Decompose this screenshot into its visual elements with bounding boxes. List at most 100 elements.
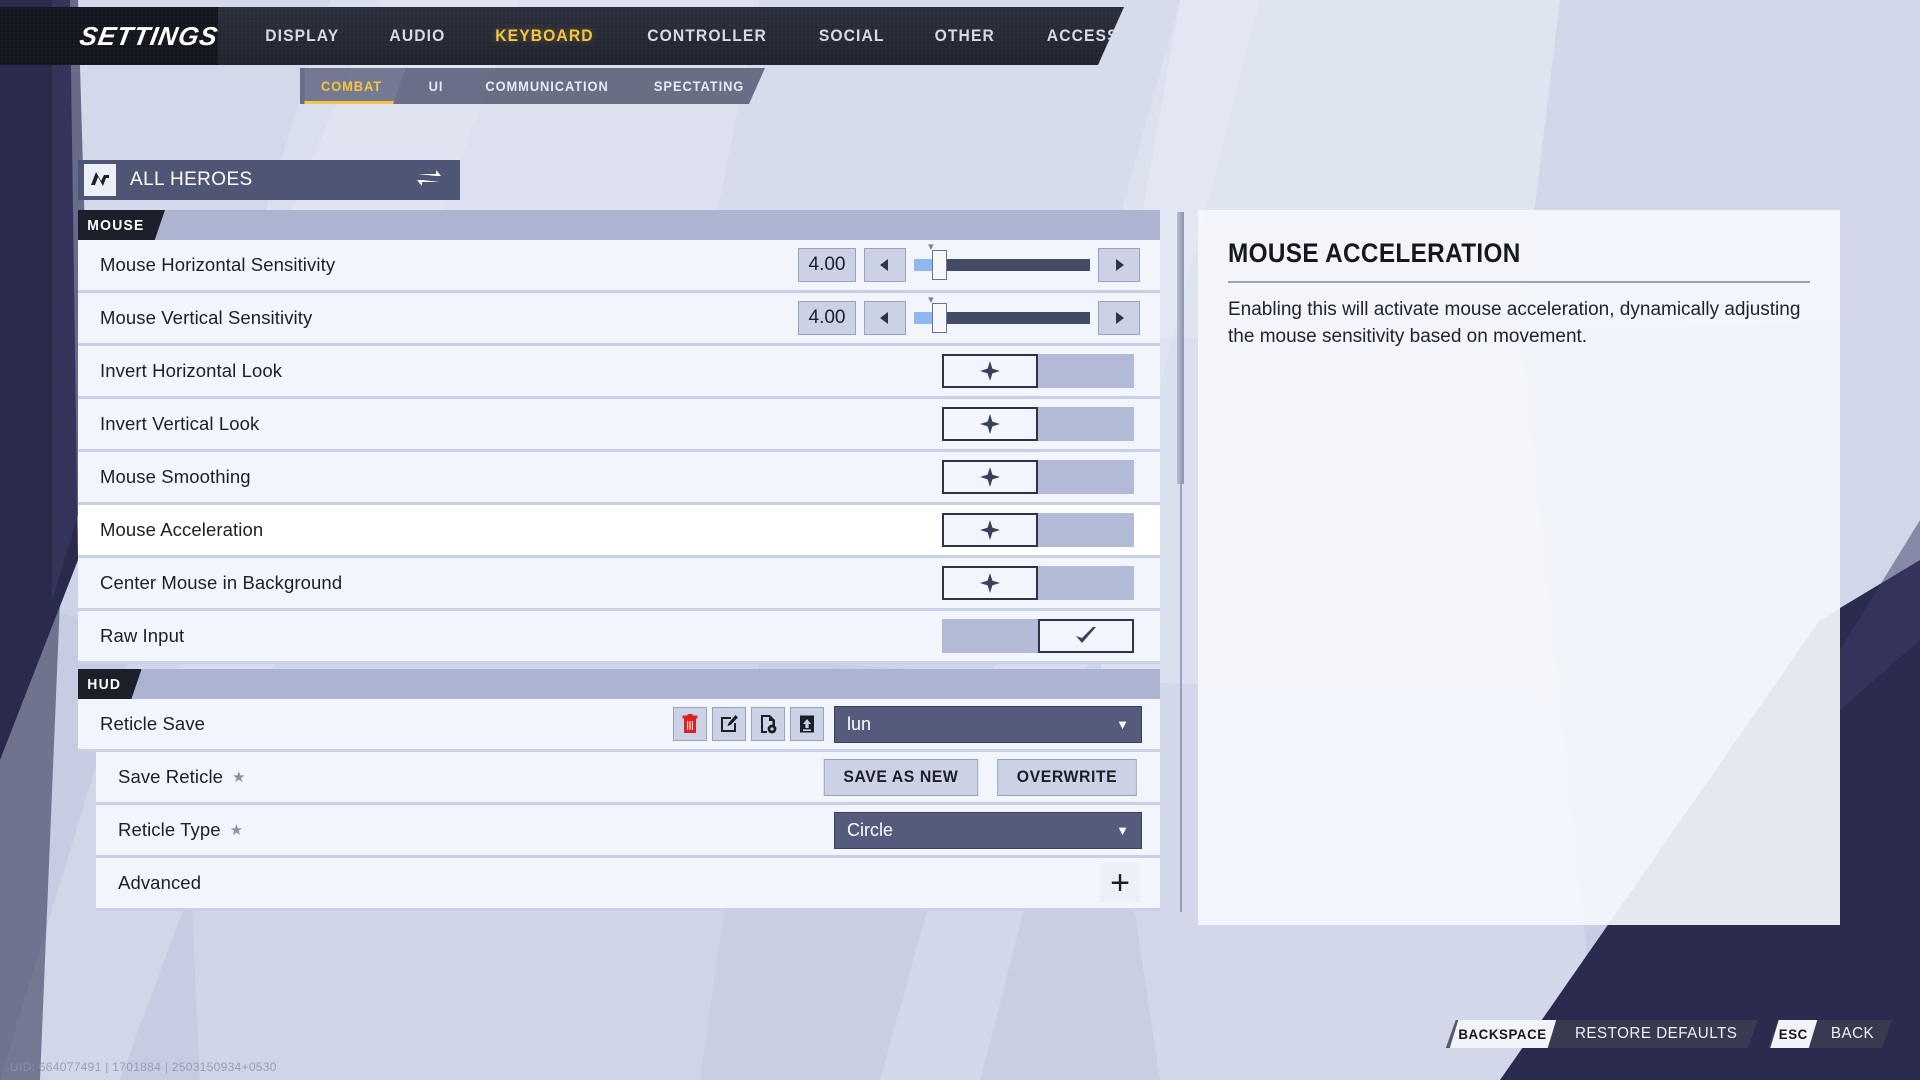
- scrollbar-thumb[interactable]: [1177, 212, 1184, 484]
- main-tab-list: DISPLAY AUDIO KEYBOARD CONTROLLER SOCIAL…: [240, 20, 1124, 52]
- reticle-type-dropdown[interactable]: Circle ▼: [834, 811, 1142, 849]
- row-label: Mouse Horizontal Sensitivity: [100, 254, 336, 275]
- toggle-off-side[interactable]: [942, 619, 1038, 653]
- toggle-off-side[interactable]: [942, 566, 1038, 600]
- favorite-star-icon: ★: [229, 822, 244, 839]
- slider-fill: [914, 312, 934, 324]
- row-mouse-horizontal-sensitivity[interactable]: Mouse Horizontal Sensitivity 4.00 ▾: [78, 240, 1160, 293]
- reticle-save-dropdown[interactable]: lun ▼: [834, 705, 1142, 743]
- slider-knob[interactable]: [931, 303, 947, 333]
- row-advanced[interactable]: Advanced +: [96, 858, 1160, 911]
- row-control: +: [1100, 863, 1160, 903]
- tab-controller[interactable]: CONTROLLER: [627, 20, 787, 52]
- row-control: [942, 407, 1160, 441]
- row-center-mouse-in-background[interactable]: Center Mouse in Background: [78, 558, 1160, 611]
- swap-arrows-icon[interactable]: [416, 168, 442, 193]
- chevron-down-icon: ▼: [1116, 822, 1129, 838]
- tab-audio[interactable]: AUDIO: [369, 20, 465, 52]
- tab-keyboard[interactable]: KEYBOARD: [475, 20, 614, 52]
- row-label: Mouse Acceleration: [100, 519, 264, 540]
- row-control: SAVE AS NEW OVERWRITE: [810, 758, 1160, 796]
- row-reticle-save[interactable]: Reticle Save lun ▼: [78, 699, 1160, 752]
- decrement-button-v[interactable]: [864, 301, 906, 335]
- toggle-center-mouse-in-background[interactable]: [942, 566, 1134, 600]
- sensitivity-slider-v[interactable]: ▾: [914, 294, 1090, 335]
- settings-scrollbar[interactable]: [1177, 212, 1184, 912]
- hint-key-backspace: BACKSPACE: [1449, 1020, 1556, 1048]
- cross-icon: [980, 414, 1000, 434]
- settings-header-bar: SETTINGS DISPLAY AUDIO KEYBOARD CONTROLL…: [0, 7, 1124, 65]
- reticle-type-value: Circle: [847, 819, 894, 840]
- row-mouse-vertical-sensitivity[interactable]: Mouse Vertical Sensitivity 4.00 ▾: [78, 293, 1160, 346]
- info-panel-title: MOUSE ACCELERATION: [1228, 238, 1521, 268]
- toggle-on-side[interactable]: [1038, 566, 1134, 600]
- subtab-spectating[interactable]: SPECTATING: [638, 68, 761, 104]
- row-control: [942, 513, 1160, 547]
- sensitivity-slider-h[interactable]: ▾: [914, 241, 1090, 282]
- decrement-button-h[interactable]: [864, 248, 906, 282]
- row-mouse-smoothing[interactable]: Mouse Smoothing: [78, 452, 1160, 505]
- hint-label-restore-defaults: RESTORE DEFAULTS: [1574, 1025, 1738, 1042]
- row-reticle-type[interactable]: Reticle Type ★ Circle ▼: [96, 805, 1160, 858]
- import-reticle-icon[interactable]: [751, 707, 785, 741]
- toggle-on-side[interactable]: [1038, 354, 1134, 388]
- tab-social[interactable]: SOCIAL: [799, 20, 905, 52]
- sensitivity-value-h[interactable]: 4.00: [798, 248, 856, 282]
- row-raw-input[interactable]: Raw Input: [78, 611, 1160, 664]
- toggle-mouse-acceleration[interactable]: [942, 513, 1134, 547]
- section-tag-hud: HUD: [78, 669, 142, 699]
- chevron-down-icon: ▼: [1116, 716, 1129, 732]
- slider-knob[interactable]: [931, 250, 947, 280]
- settings-list: MOUSE Mouse Horizontal Sensitivity 4.00 …: [78, 210, 1160, 920]
- row-invert-vertical-look[interactable]: Invert Vertical Look: [78, 399, 1160, 452]
- tab-display[interactable]: DISPLAY: [245, 20, 360, 52]
- toggle-invert-horizontal-look[interactable]: [942, 354, 1134, 388]
- row-control: Circle ▼: [834, 811, 1160, 849]
- hero-selector[interactable]: ALL HEROES: [78, 160, 460, 200]
- subtab-combat[interactable]: COMBAT: [304, 68, 406, 104]
- info-panel-divider: [1228, 281, 1810, 283]
- toggle-raw-input[interactable]: [942, 619, 1134, 653]
- settings-title-text: SETTINGS: [77, 20, 221, 51]
- overwrite-button[interactable]: OVERWRITE: [997, 758, 1137, 796]
- subtab-communication[interactable]: COMMUNICATION: [469, 68, 625, 104]
- hint-key-esc: ESC: [1769, 1020, 1817, 1048]
- row-label: Save Reticle ★: [118, 766, 246, 788]
- expand-advanced-icon[interactable]: +: [1100, 863, 1140, 903]
- toggle-on-side[interactable]: [1038, 513, 1134, 547]
- export-reticle-icon[interactable]: [790, 707, 824, 741]
- increment-button-v[interactable]: [1098, 301, 1140, 335]
- hint-back[interactable]: ESC BACK: [1768, 1020, 1892, 1048]
- row-save-reticle[interactable]: Save Reticle ★ SAVE AS NEW OVERWRITE: [96, 752, 1160, 805]
- row-control: [942, 566, 1160, 600]
- toggle-on-side[interactable]: [1038, 460, 1134, 494]
- row-control: 4.00 ▾: [798, 241, 1160, 282]
- row-mouse-acceleration[interactable]: Mouse Acceleration: [78, 505, 1160, 558]
- delete-reticle-icon[interactable]: [673, 707, 707, 741]
- subtab-ui[interactable]: UI: [412, 68, 460, 104]
- save-as-new-button[interactable]: SAVE AS NEW: [824, 758, 979, 796]
- hero-selector-label: ALL HEROES: [130, 169, 253, 190]
- tab-other[interactable]: OTHER: [914, 20, 1015, 52]
- increment-button-h[interactable]: [1098, 248, 1140, 282]
- uid-text: UID: 664077491 | 1701884 | 2503150934+05…: [10, 1060, 277, 1074]
- toggle-off-side[interactable]: [942, 513, 1038, 547]
- toggle-off-side[interactable]: [942, 460, 1038, 494]
- toggle-off-side[interactable]: [942, 354, 1038, 388]
- toggle-on-side[interactable]: [1038, 407, 1134, 441]
- toggle-off-side[interactable]: [942, 407, 1038, 441]
- section-header-mouse: MOUSE: [78, 210, 1160, 240]
- sensitivity-value-v[interactable]: 4.00: [798, 301, 856, 335]
- row-invert-horizontal-look[interactable]: Invert Horizontal Look: [78, 346, 1160, 399]
- edit-reticle-icon[interactable]: [712, 707, 746, 741]
- row-label: Advanced: [118, 872, 202, 893]
- hint-restore-defaults[interactable]: BACKSPACE RESTORE DEFAULTS: [1446, 1020, 1758, 1048]
- cross-icon: [980, 520, 1000, 540]
- info-panel-description: Enabling this will activate mouse accele…: [1228, 299, 1801, 347]
- toggle-mouse-smoothing[interactable]: [942, 460, 1134, 494]
- row-label-text: Save Reticle: [118, 766, 224, 787]
- toggle-invert-vertical-look[interactable]: [942, 407, 1134, 441]
- bottom-key-hints: BACKSPACE RESTORE DEFAULTS ESC BACK: [1446, 1020, 1892, 1048]
- toggle-on-side[interactable]: [1038, 619, 1134, 653]
- cross-icon: [980, 361, 1000, 381]
